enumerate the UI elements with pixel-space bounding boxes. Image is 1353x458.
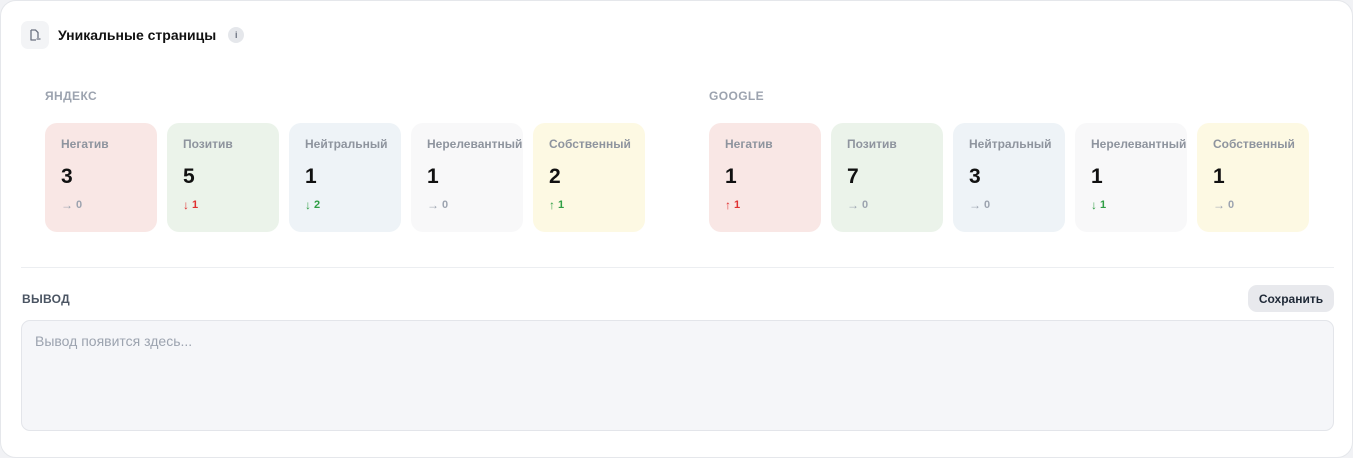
stat-card: Нерелевантный 1 ↓ 1: [1075, 123, 1187, 232]
delta-value: 1: [1100, 199, 1107, 211]
delta-value: 0: [862, 199, 869, 211]
engine-section-yandex: ЯНДЕКС Негатив 3 → 0 Позитив 5 ↓ 1 Нейтральный 1 ↓…: [45, 89, 645, 232]
stat-card-label: Собственный: [1213, 137, 1295, 151]
stat-card-label: Нерелевантный: [427, 137, 523, 151]
stat-card-value: 1: [305, 165, 317, 188]
stat-card-delta: → 0: [61, 198, 157, 212]
unique-pages-panel: Уникальные страницы i ЯНДЕКС Негатив 3 → 0 П…: [0, 0, 1353, 458]
delta-value: 0: [984, 199, 991, 211]
trend-arrow-icon: →: [847, 198, 859, 212]
trend-arrow-icon: →: [969, 198, 981, 212]
stat-card: Позитив 5 ↓ 1: [167, 123, 279, 232]
stat-card-delta: ↑ 1: [549, 198, 645, 212]
delta-value: 1: [192, 199, 199, 211]
trend-arrow-icon: ↑: [725, 198, 731, 212]
page-title: Уникальные страницы: [58, 27, 217, 43]
stat-card-delta: → 0: [969, 198, 1065, 212]
trend-arrow-icon: ↓: [305, 198, 311, 212]
page-search-icon: [21, 21, 49, 49]
stat-card-label: Нерелевантный: [1091, 137, 1187, 151]
delta-value: 0: [76, 199, 83, 211]
stat-card-label: Позитив: [183, 137, 233, 151]
delta-value: 1: [734, 199, 741, 211]
delta-value: 0: [442, 199, 449, 211]
stat-card-value: 1: [1213, 165, 1225, 188]
engine-section-google: GOOGLE Негатив 1 ↑ 1 Позитив 7 → 0 Нейтральный 3 →…: [709, 89, 1309, 232]
trend-arrow-icon: ↑: [549, 198, 555, 212]
stat-card-delta: → 0: [847, 198, 943, 212]
stat-card-value: 1: [725, 165, 737, 188]
stat-card-delta: ↓ 1: [1091, 198, 1187, 212]
trend-arrow-icon: →: [1213, 198, 1225, 212]
trend-arrow-icon: →: [427, 198, 439, 212]
stat-cards: Негатив 3 → 0 Позитив 5 ↓ 1 Нейтральный 1 ↓ 2 Нереле…: [45, 123, 645, 232]
stat-card-delta: ↓ 1: [183, 198, 279, 212]
stat-card: Собственный 2 ↑ 1: [533, 123, 645, 232]
stat-card: Негатив 3 → 0: [45, 123, 157, 232]
stat-card: Собственный 1 → 0: [1197, 123, 1309, 232]
stat-card-label: Нейтральный: [969, 137, 1052, 151]
stat-card: Нейтральный 1 ↓ 2: [289, 123, 401, 232]
stat-card-value: 1: [427, 165, 439, 188]
stat-card: Нейтральный 3 → 0: [953, 123, 1065, 232]
stat-card-value: 5: [183, 165, 195, 188]
info-icon[interactable]: i: [228, 27, 245, 43]
stat-card: Позитив 7 → 0: [831, 123, 943, 232]
stat-card-value: 1: [1091, 165, 1103, 188]
engine-label: GOOGLE: [709, 89, 765, 103]
section-divider: [21, 267, 1334, 268]
output-label: ВЫВОД: [22, 292, 71, 306]
stat-card: Нерелевантный 1 → 0: [411, 123, 523, 232]
delta-value: 0: [1228, 199, 1235, 211]
stat-card-label: Негатив: [725, 137, 773, 151]
output-textarea[interactable]: [21, 320, 1334, 431]
stat-card-delta: ↑ 1: [725, 198, 821, 212]
stat-card-value: 7: [847, 165, 859, 188]
stat-card-label: Негатив: [61, 137, 109, 151]
stat-card-value: 2: [549, 165, 561, 188]
save-button[interactable]: Сохранить: [1248, 285, 1334, 312]
engine-label: ЯНДЕКС: [45, 89, 98, 103]
stat-card-label: Собственный: [549, 137, 631, 151]
stat-card-delta: → 0: [427, 198, 523, 212]
stat-card-label: Позитив: [847, 137, 897, 151]
delta-value: 2: [314, 199, 321, 211]
stat-card-delta: → 0: [1213, 198, 1309, 212]
trend-arrow-icon: →: [61, 198, 73, 212]
stat-card-label: Нейтральный: [305, 137, 388, 151]
trend-arrow-icon: ↓: [183, 198, 189, 212]
panel-header: Уникальные страницы i: [21, 21, 245, 49]
trend-arrow-icon: ↓: [1091, 198, 1097, 212]
delta-value: 1: [558, 199, 565, 211]
stat-card: Негатив 1 ↑ 1: [709, 123, 821, 232]
stat-card-delta: ↓ 2: [305, 198, 401, 212]
stat-cards: Негатив 1 ↑ 1 Позитив 7 → 0 Нейтральный 3 → 0 Нереле…: [709, 123, 1309, 232]
stat-card-value: 3: [61, 165, 73, 188]
stat-card-value: 3: [969, 165, 981, 188]
